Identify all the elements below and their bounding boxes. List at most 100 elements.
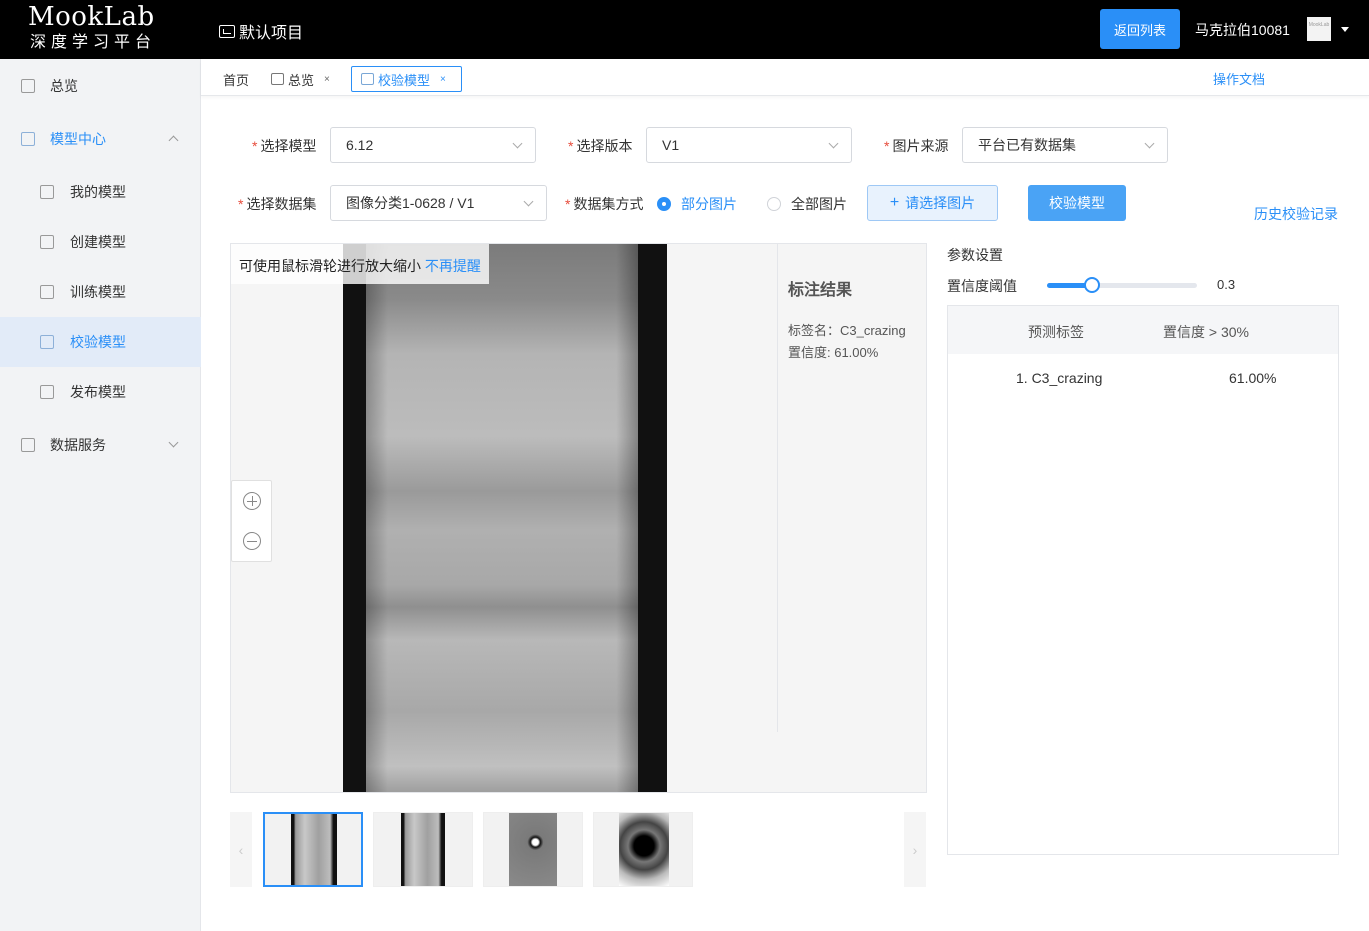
- sidebar-item-train-model[interactable]: 训练模型: [0, 267, 201, 317]
- sidebar-item-label: 模型中心: [50, 131, 106, 147]
- annotation-label: 标签名：C3_crazing: [788, 323, 906, 338]
- sidebar-item-my-models[interactable]: 我的模型: [0, 167, 201, 217]
- dataset-label: * 选择数据集: [238, 194, 316, 214]
- thumbnail-image: [401, 813, 445, 886]
- prediction-confidence: 61.00%: [1229, 370, 1277, 386]
- user-menu-caret-icon[interactable]: [1341, 27, 1349, 32]
- required-mark: *: [565, 196, 571, 212]
- dataset-select[interactable]: 图像分类1-0628 / V1: [330, 185, 547, 221]
- project-selector[interactable]: 默认项目: [219, 19, 303, 43]
- logo-subtitle: 深度学习平台: [30, 34, 157, 51]
- radio-all-images[interactable]: [767, 197, 781, 211]
- cube-icon: [40, 385, 54, 399]
- close-icon[interactable]: ×: [440, 74, 446, 85]
- project-name: 默认项目: [239, 25, 304, 42]
- sidebar-item-data-service[interactable]: 数据服务: [0, 420, 201, 470]
- annotation-panel: 标注结果 标签名：C3_crazing 置信度: 61.00%: [777, 244, 926, 732]
- sidebar-item-label: 校验模型: [70, 334, 126, 350]
- logo-title: MookLab: [28, 2, 155, 32]
- sidebar-item-publish-model[interactable]: 发布模型: [0, 367, 201, 417]
- chevron-down-icon: [1144, 138, 1155, 149]
- version-label: * 选择版本: [568, 136, 632, 156]
- slider-handle[interactable]: [1084, 277, 1100, 293]
- tab-overview[interactable]: 总览 ×: [271, 66, 330, 92]
- select-value: 平台已有数据集: [978, 137, 1076, 153]
- label-text: 选择版本: [576, 138, 633, 154]
- sidebar-item-label: 数据服务: [50, 437, 106, 453]
- verify-model-button[interactable]: 校验模型: [1028, 185, 1126, 221]
- model-label: * 选择模型: [252, 136, 316, 156]
- thumbnail-3[interactable]: [483, 812, 583, 887]
- cube-icon: [40, 185, 54, 199]
- thumbnail-4[interactable]: [593, 812, 693, 887]
- operation-doc-link[interactable]: 操作文档: [1213, 69, 1265, 88]
- annotation-confidence: 置信度: 61.00%: [788, 345, 879, 360]
- top-header: MookLab 深度学习平台 默认项目 返回列表 马克拉伯10081 MookL…: [0, 0, 1369, 59]
- cube-check-icon: [40, 335, 54, 349]
- back-to-list-button[interactable]: 返回列表: [1100, 9, 1180, 49]
- select-value: 图像分类1-0628 / V1: [346, 195, 475, 211]
- image-source-select[interactable]: 平台已有数据集: [962, 127, 1168, 163]
- sidebar-item-label: 创建模型: [70, 234, 126, 250]
- sidebar-item-verify-model[interactable]: 校验模型: [0, 317, 201, 367]
- zoom-out-icon[interactable]: [243, 532, 261, 550]
- model-select[interactable]: 6.12: [330, 127, 536, 163]
- thumbnail-image: [619, 813, 669, 886]
- prediction-label: 1. C3_crazing: [1016, 370, 1103, 386]
- radio-partial-images[interactable]: [657, 197, 671, 211]
- project-icon: [219, 24, 235, 38]
- sidebar-item-create-model[interactable]: 创建模型: [0, 217, 201, 267]
- zoom-tip: 可使用鼠标滑轮进行放大缩小 不再提醒: [231, 244, 489, 284]
- plus-icon: +: [889, 194, 900, 211]
- sidebar-item-overview[interactable]: 总览: [0, 61, 201, 111]
- column-header-label: 预测标签: [1028, 324, 1084, 340]
- required-mark: *: [568, 138, 574, 154]
- sidebar-item-label: 我的模型: [70, 184, 126, 200]
- close-icon[interactable]: ×: [324, 74, 330, 85]
- history-verify-link[interactable]: 历史校验记录: [1254, 204, 1338, 224]
- chevron-down-icon: [828, 138, 839, 149]
- label-text: 图片来源: [892, 138, 949, 154]
- chevron-down-icon: [512, 138, 523, 149]
- confidence-slider[interactable]: [1047, 277, 1197, 293]
- thumbnail-image: [291, 814, 337, 885]
- avatar[interactable]: MookLab: [1307, 17, 1331, 41]
- confidence-value: 0.3: [1217, 277, 1236, 292]
- cube-icon: [361, 73, 374, 85]
- select-value: V1: [662, 137, 680, 153]
- tip-text: 可使用鼠标滑轮进行放大缩小: [239, 258, 421, 274]
- button-label: 请选择图片: [905, 195, 976, 211]
- tab-verify-model[interactable]: 校验模型 ×: [351, 66, 462, 92]
- table-row: 1. C3_crazing 61.00%: [948, 354, 1338, 402]
- radio-all-label[interactable]: 全部图片: [791, 194, 847, 214]
- thumbnail-image: [509, 813, 557, 886]
- thumbnail-2[interactable]: [373, 812, 473, 887]
- annotation-title: 标注结果: [788, 282, 853, 299]
- image-content: [366, 244, 638, 792]
- main-image[interactable]: [343, 244, 667, 792]
- logo[interactable]: MookLab 深度学习平台: [28, 2, 178, 54]
- image-viewer[interactable]: 可使用鼠标滑轮进行放大缩小 不再提醒 标注结果 标签名：C3_crazing 置…: [230, 243, 927, 793]
- version-select[interactable]: V1: [646, 127, 852, 163]
- thumbnail-1[interactable]: [263, 812, 363, 887]
- label-text: 数据集方式: [573, 196, 644, 212]
- table-header: 预测标签 置信度 > 30%: [948, 306, 1338, 354]
- sidebar-item-label: 总览: [50, 78, 78, 94]
- required-mark: *: [884, 138, 890, 154]
- chevron-down-icon: [168, 437, 179, 448]
- required-mark: *: [238, 196, 244, 212]
- overview-icon: [21, 79, 35, 93]
- zoom-in-icon[interactable]: [243, 492, 261, 510]
- select-images-button[interactable]: + 请选择图片: [867, 185, 998, 221]
- thumb-next-icon[interactable]: ›: [904, 812, 926, 887]
- zoom-controls: [231, 480, 272, 562]
- username[interactable]: 马克拉伯10081: [1195, 20, 1290, 40]
- cube-plus-icon: [40, 235, 54, 249]
- required-mark: *: [252, 138, 258, 154]
- sidebar-item-model-center[interactable]: 模型中心: [0, 114, 201, 164]
- radio-partial-label[interactable]: 部分图片: [681, 194, 737, 214]
- tab-home[interactable]: 首页: [223, 66, 249, 92]
- thumb-prev-icon[interactable]: ‹: [230, 812, 252, 887]
- dismiss-tip-link[interactable]: 不再提醒: [425, 258, 481, 274]
- cube-icon: [21, 132, 35, 146]
